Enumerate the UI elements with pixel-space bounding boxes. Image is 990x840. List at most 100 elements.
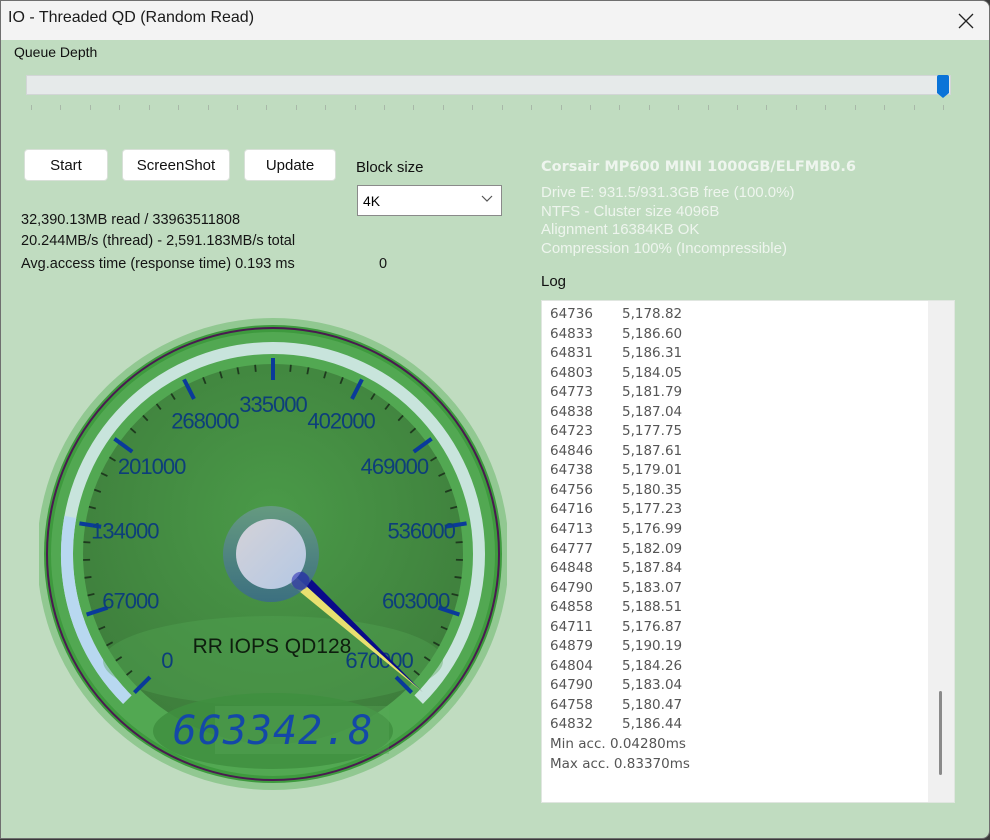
log-iops: 64716 bbox=[550, 501, 593, 518]
gauge-scale-label: 67000 bbox=[102, 588, 159, 613]
gauge-readout: 663342.8 bbox=[173, 708, 374, 754]
drive-info-line: NTFS - Cluster size 4096B bbox=[541, 203, 720, 220]
log-iops: 64831 bbox=[550, 345, 593, 362]
slider-tick bbox=[384, 105, 386, 110]
log-row: 64723 5,177.75 bbox=[550, 422, 690, 442]
log-mbps: 5,183.04 bbox=[622, 677, 683, 694]
log-max-access: Max acc. 0.83370ms bbox=[550, 755, 690, 772]
log-iops: 64773 bbox=[550, 384, 593, 401]
slider-tick bbox=[531, 105, 533, 110]
slider-tick bbox=[354, 105, 356, 110]
slider-thumb[interactable] bbox=[936, 75, 950, 99]
gauge-minor-tick bbox=[254, 364, 257, 372]
app-window: IO - Threaded QD (Random Read) Queue Dep… bbox=[0, 0, 990, 839]
log-scroll-thumb[interactable] bbox=[939, 691, 942, 775]
log-mbps: 5,176.99 bbox=[622, 521, 683, 538]
gauge-scale-label: 134000 bbox=[91, 519, 159, 544]
log-mbps: 5,177.75 bbox=[622, 423, 683, 440]
log-scrollbar[interactable] bbox=[928, 301, 954, 802]
log-iops: 64736 bbox=[550, 306, 593, 322]
log-mbps: 5,190.19 bbox=[622, 638, 683, 655]
log-iops: 64879 bbox=[550, 638, 593, 655]
slider-tick bbox=[825, 105, 827, 110]
log-row: 64773 5,181.79 bbox=[550, 383, 690, 403]
log-row: 64738 5,179.01 bbox=[550, 461, 690, 481]
slider-tick bbox=[325, 105, 327, 110]
log-label: Log bbox=[541, 273, 567, 290]
log-mbps: 5,186.60 bbox=[622, 325, 683, 342]
log-iops: 64723 bbox=[550, 423, 593, 440]
gauge-scale-label: 469000 bbox=[361, 454, 429, 479]
gauge-caption: RR IOPS QD128 bbox=[193, 635, 352, 658]
slider-tick bbox=[560, 105, 562, 110]
slider-tick bbox=[207, 105, 209, 110]
log-mbps: 5,180.47 bbox=[622, 696, 683, 713]
close-icon bbox=[958, 13, 974, 28]
slider-tick bbox=[413, 105, 415, 110]
log-row: 64831 5,186.31 bbox=[550, 344, 690, 364]
slider-tick bbox=[943, 105, 944, 110]
log-iops: 64713 bbox=[550, 521, 593, 538]
slider-tick bbox=[442, 105, 444, 110]
log-row: 64716 5,177.23 bbox=[550, 500, 690, 520]
log-mbps: 5,187.84 bbox=[622, 560, 683, 577]
log-iops: 64756 bbox=[550, 481, 593, 498]
read-stat: 32,390.13MB read / 33963511808 bbox=[21, 212, 241, 228]
log-iops: 64804 bbox=[550, 657, 593, 674]
slider-tick bbox=[501, 105, 503, 110]
slider-tick bbox=[648, 105, 650, 110]
log-lines: 64736 5,178.82 64833 5,186.60 64831 5,186.31 6… bbox=[550, 305, 690, 774]
queue-depth-slider[interactable] bbox=[26, 75, 951, 95]
slider-tick bbox=[119, 105, 121, 110]
log-iops: 64858 bbox=[550, 599, 593, 616]
log-iops: 64846 bbox=[550, 442, 593, 459]
log-iops: 64833 bbox=[550, 325, 593, 342]
chevron-down-icon bbox=[481, 195, 493, 202]
slider-ticks bbox=[31, 105, 947, 111]
block-size-label: Block size bbox=[356, 159, 424, 176]
counter-value: 0 bbox=[379, 256, 388, 272]
log-iops: 64758 bbox=[550, 696, 593, 713]
log-row: 64848 5,187.84 bbox=[550, 559, 690, 579]
log-row: 64736 5,178.82 bbox=[550, 305, 690, 325]
slider-tick bbox=[472, 105, 474, 110]
log-iops: 64738 bbox=[550, 462, 593, 479]
drive-title: Corsair MP600 MINI 1000GB/ELFMB0.6 bbox=[541, 159, 856, 175]
slider-tick bbox=[707, 105, 709, 110]
log-mbps: 5,186.44 bbox=[622, 716, 683, 733]
block-size-select[interactable]: 4K bbox=[357, 185, 502, 216]
iops-gauge: 0 67000 134000 201000 268000335000402000 4690… bbox=[39, 318, 507, 790]
log-row: 64846 5,187.61 bbox=[550, 442, 690, 462]
log-row: 64777 5,182.09 bbox=[550, 540, 690, 560]
gauge-scale-label: 201000 bbox=[118, 454, 186, 479]
start-button[interactable]: Start bbox=[24, 149, 108, 181]
log-iops: 64832 bbox=[550, 716, 593, 733]
log-mbps: 5,187.61 bbox=[622, 442, 683, 459]
log-mbps: 5,177.23 bbox=[622, 501, 683, 518]
log-row: 64832 5,186.44 bbox=[550, 715, 690, 735]
slider-tick bbox=[678, 105, 680, 110]
slider-tick bbox=[31, 105, 32, 110]
close-button[interactable] bbox=[943, 1, 989, 40]
screenshot-button[interactable]: ScreenShot bbox=[122, 149, 230, 181]
log-row: 64790 5,183.04 bbox=[550, 676, 690, 696]
log-mbps: 5,184.05 bbox=[622, 364, 683, 381]
speed-stat: 20.244MB/s (thread) - 2,591.183MB/s tota… bbox=[21, 233, 296, 249]
log-row: 64838 5,187.04 bbox=[550, 403, 690, 423]
log-mbps: 5,181.79 bbox=[622, 384, 683, 401]
gauge-scale-label: 603000 bbox=[382, 588, 450, 613]
slider-tick bbox=[795, 105, 797, 110]
drive-info-line: Compression 100% (Incompressible) bbox=[541, 240, 787, 257]
update-button[interactable]: Update bbox=[244, 149, 336, 181]
window-title: IO - Threaded QD (Random Read) bbox=[8, 9, 255, 26]
log-row: 64879 5,190.19 bbox=[550, 637, 690, 657]
block-size-value: 4K bbox=[363, 192, 381, 209]
needle-base-cap bbox=[291, 571, 310, 590]
slider-tick bbox=[60, 105, 62, 110]
log-mbps: 5,183.07 bbox=[622, 579, 683, 596]
log-mbps: 5,186.31 bbox=[622, 345, 683, 362]
queue-depth-label: Queue Depth bbox=[14, 44, 98, 60]
log-row: 64713 5,176.99 bbox=[550, 520, 690, 540]
slider-tick bbox=[89, 105, 91, 110]
log-textarea[interactable]: 64736 5,178.82 64833 5,186.60 64831 5,186.31 6… bbox=[541, 300, 955, 803]
